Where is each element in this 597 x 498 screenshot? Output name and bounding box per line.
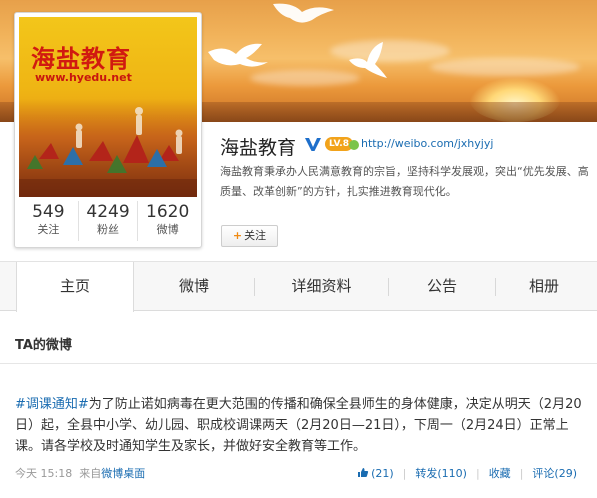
post-time[interactable]: 今天 15:18 xyxy=(15,467,72,480)
post-actions: (21) | 转发(110) | 收藏 | 评论(29) xyxy=(357,465,577,481)
dancers-photo xyxy=(19,99,197,197)
profile-bio: 海盐教育秉承办人民满意教育的宗旨，坚持科学发展观，突出“优先发展、高质量、改革创… xyxy=(220,165,589,198)
like-button[interactable]: (21) xyxy=(357,467,394,480)
stat-posts-count: 1620 xyxy=(146,202,190,222)
post-source-link[interactable]: 微博桌面 xyxy=(101,467,145,480)
action-separator: | xyxy=(402,466,407,480)
comment-link[interactable]: 评论(29) xyxy=(532,465,577,481)
avatar[interactable]: 海盐教育 www.hyedu.net xyxy=(19,17,197,197)
like-count: (21) xyxy=(371,466,394,480)
repost-link[interactable]: 转发(110) xyxy=(415,465,467,481)
stat-followers-count: 4249 xyxy=(86,202,130,222)
tab-details[interactable]: 详细资料 xyxy=(255,262,388,311)
tab-home[interactable]: 主页 xyxy=(16,262,134,312)
post-text: #调课通知#为了防止诺如病毒在更大范围的传播和确保全县师生的身体健康，决定从明天… xyxy=(15,394,585,457)
tab-album[interactable]: 相册 xyxy=(496,262,592,311)
verified-v-icon[interactable] xyxy=(304,135,322,153)
follow-button-label: 关注 xyxy=(244,229,267,242)
dove-icon xyxy=(349,42,387,78)
post-body: 为了防止诺如病毒在更大范围的传播和确保全县师生的身体健康，决定从明天（2月20日… xyxy=(15,397,582,454)
profile-name: 海盐教育 xyxy=(220,137,297,159)
stat-followers-label: 粉丝 xyxy=(97,223,119,236)
action-separator: | xyxy=(475,466,480,480)
profile-stats: 549 关注 4249 粉丝 1620 微博 xyxy=(19,201,197,241)
post-meta: 今天 15:18 来自微博桌面 xyxy=(15,465,145,481)
stat-following-label: 关注 xyxy=(37,223,60,236)
avatar-logo-url: www.hyedu.net xyxy=(35,71,132,84)
section-divider xyxy=(0,363,597,364)
tab-weibo[interactable]: 微博 xyxy=(134,262,254,311)
profile-tabs: 主页 微博 详细资料 公告 相册 xyxy=(0,261,597,312)
topic-link[interactable]: #调课通知# xyxy=(15,397,89,412)
profile-url-link[interactable]: http://weibo.com/jxhyjyj xyxy=(361,137,493,150)
plus-icon: + xyxy=(232,229,243,242)
profile-card: 海盐教育 www.hyedu.net 549 关注 4249 粉丝 1620 微… xyxy=(14,12,202,248)
link-icon xyxy=(349,140,359,150)
action-separator: | xyxy=(519,466,524,480)
follow-button[interactable]: + 关注 xyxy=(221,225,278,247)
stat-posts[interactable]: 1620 微博 xyxy=(138,201,197,241)
thumbs-up-icon xyxy=(358,467,369,477)
dove-icon xyxy=(208,43,268,67)
favorite-link[interactable]: 收藏 xyxy=(489,465,511,481)
dove-icon xyxy=(273,3,334,23)
stat-following-count: 549 xyxy=(32,202,65,222)
post-source-prefix: 来自 xyxy=(79,467,102,480)
stat-followers[interactable]: 4249 粉丝 xyxy=(79,201,139,241)
tab-announcements[interactable]: 公告 xyxy=(389,262,495,311)
stat-following[interactable]: 549 关注 xyxy=(19,201,79,241)
stat-posts-label: 微博 xyxy=(156,223,179,236)
feed-section-title: TA的微博 xyxy=(15,338,72,353)
avatar-logo-title: 海盐教育 xyxy=(31,44,131,73)
